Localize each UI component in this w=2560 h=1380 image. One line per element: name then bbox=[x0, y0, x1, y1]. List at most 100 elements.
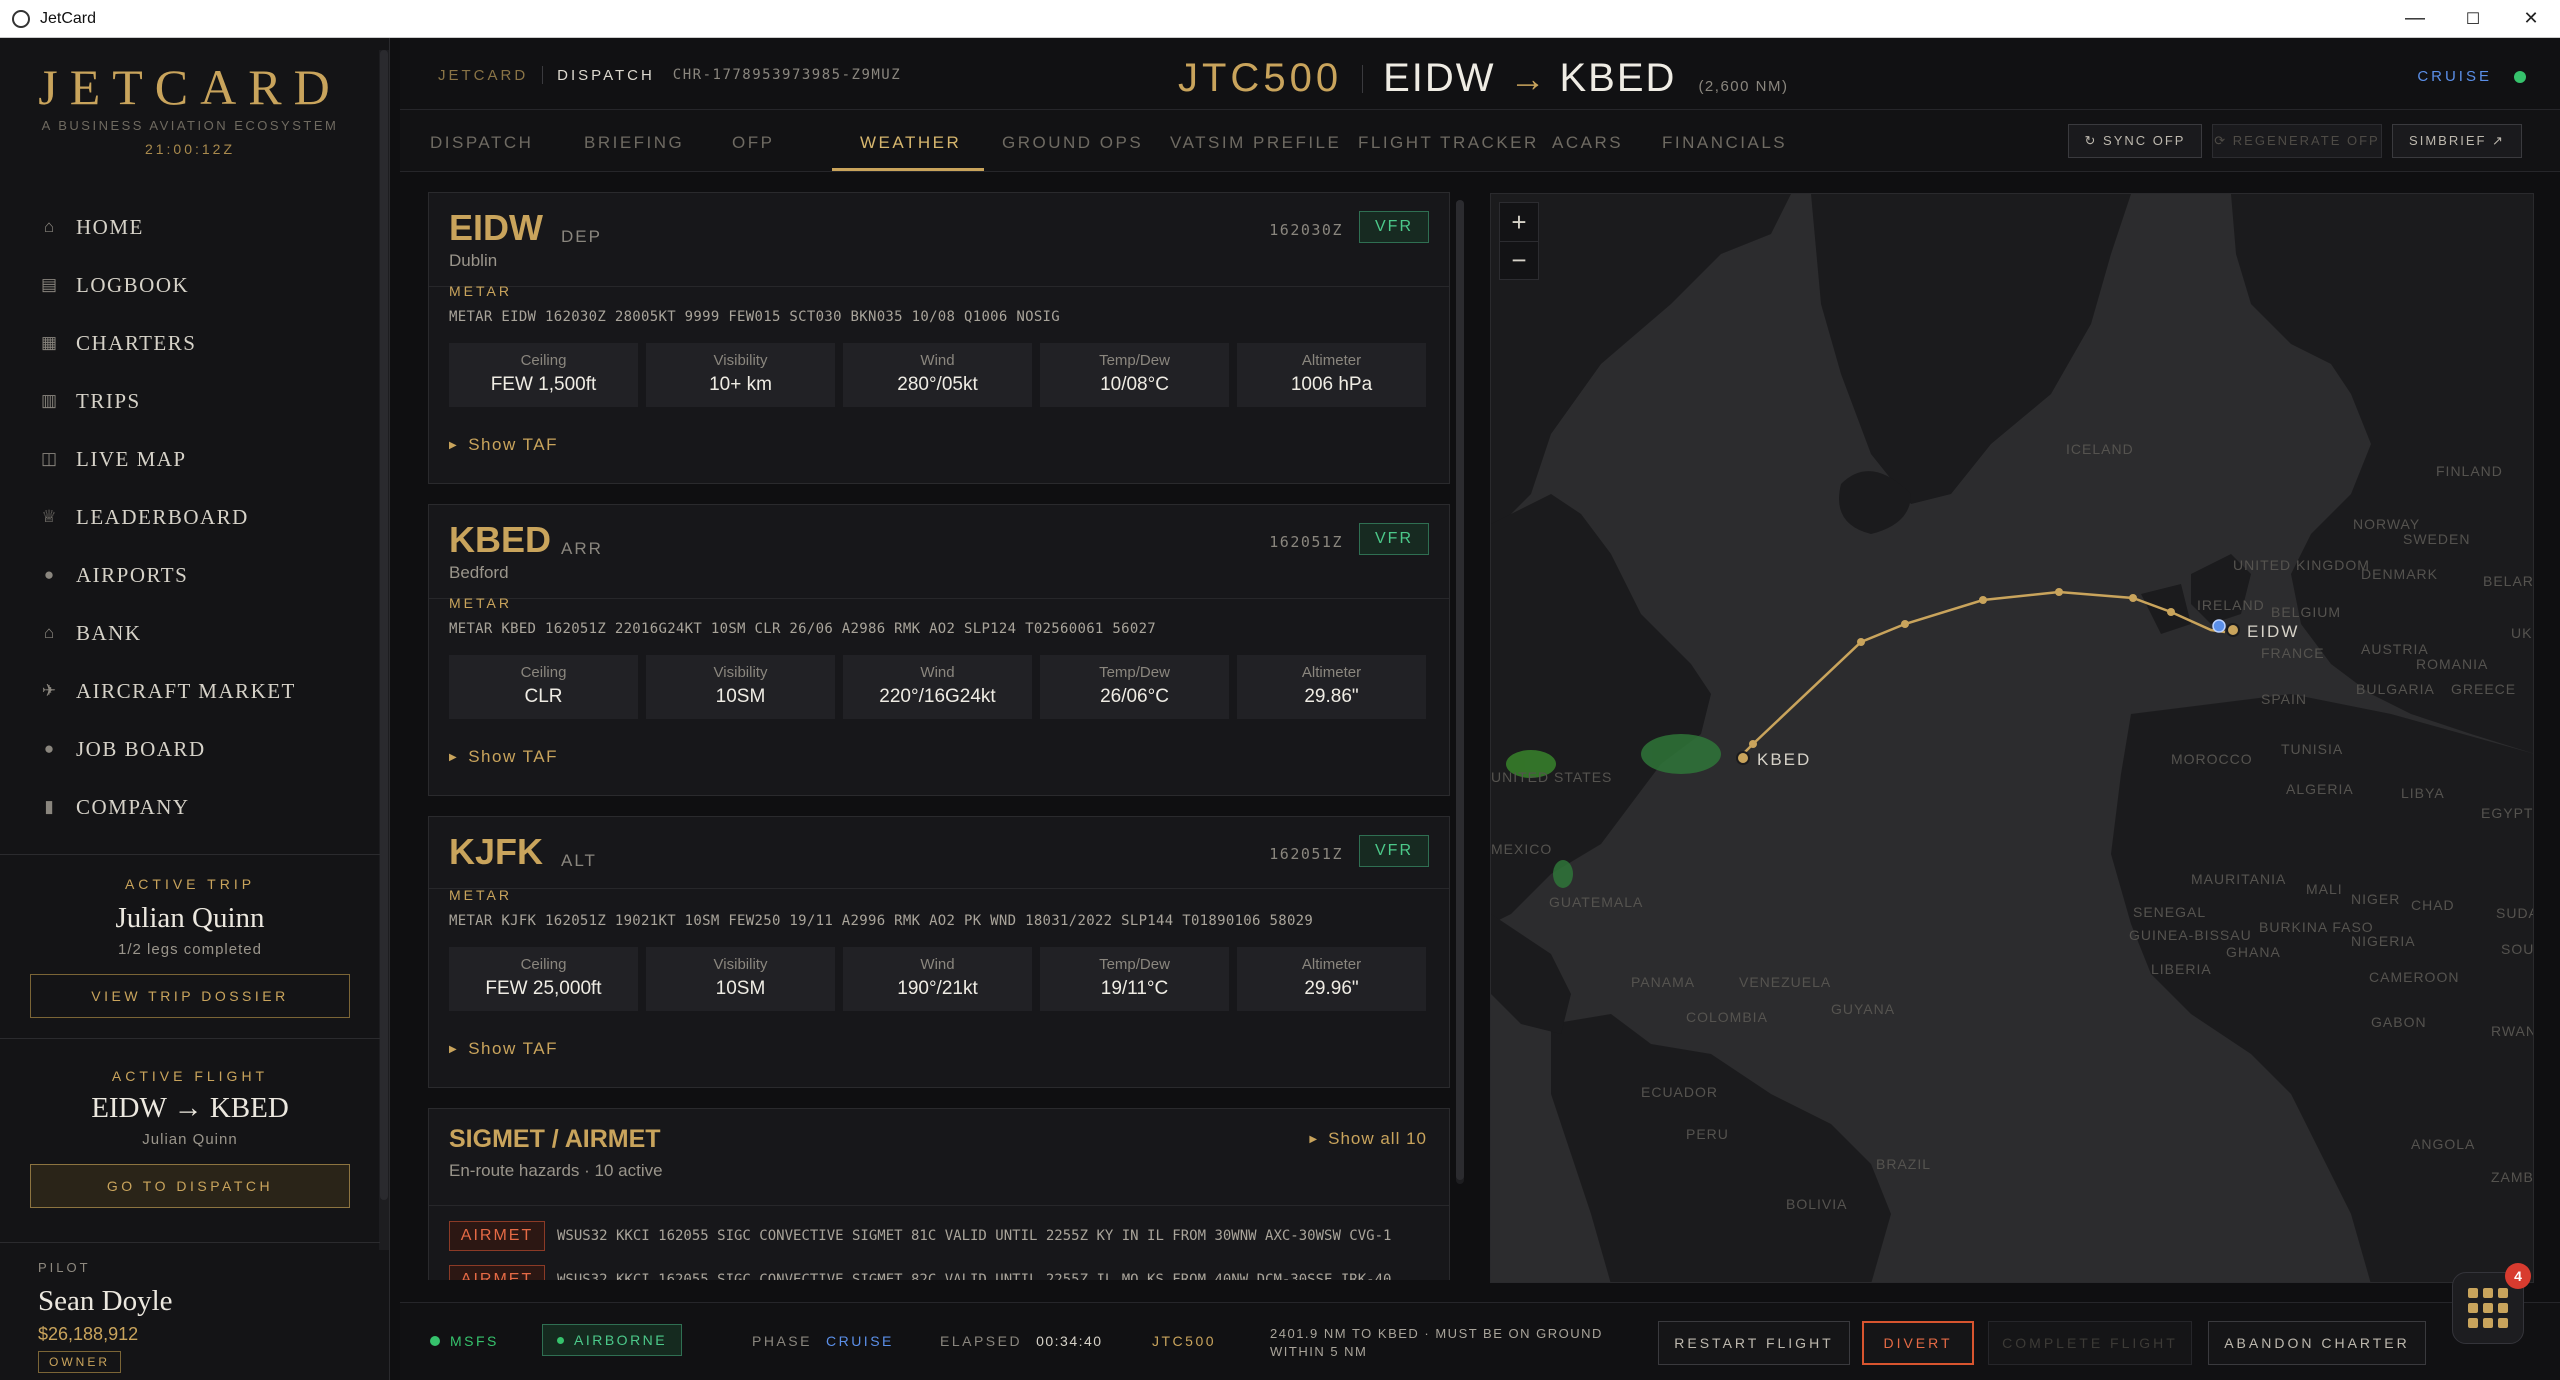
route-title: JTC500 EIDW → KBED (2,600 NM) bbox=[1178, 56, 1788, 101]
place-label: NIGER bbox=[2351, 891, 2400, 907]
place-label: SWEDEN bbox=[2403, 531, 2470, 547]
sidebar-item-charters[interactable]: ▦ Charters bbox=[0, 314, 380, 372]
app-launcher-button[interactable]: 4 bbox=[2452, 1263, 2531, 1344]
sim-indicator: MSFS bbox=[430, 1333, 499, 1349]
simbrief-button[interactable]: SIMBRIEF ↗ bbox=[2392, 124, 2522, 158]
tile-label: Wind bbox=[920, 352, 955, 369]
sidebar-item-job-board[interactable]: ● Job Board bbox=[0, 720, 380, 778]
route-map[interactable]: EIDW KBED ICELAND FINLAND NORWAY SWEDEN UNIT… bbox=[1490, 193, 2534, 1283]
show-all-sigmets-toggle[interactable]: ▶ Show all 10 bbox=[1309, 1129, 1427, 1149]
view-trip-dossier-button[interactable]: VIEW TRIP DOSSIER bbox=[30, 974, 350, 1018]
sidebar-item-trips[interactable]: ▥ Trips bbox=[0, 372, 380, 430]
sidebar-item-label: Logbook bbox=[76, 272, 190, 297]
tile-label: Ceiling bbox=[520, 664, 567, 681]
tab-vatsim-prefile[interactable]: VATSIM PREFILE bbox=[1170, 110, 1341, 172]
sidebar: JETCARD A BUSINESS AVIATION ECOSYSTEM 21… bbox=[0, 38, 390, 1380]
restart-flight-button[interactable]: RESTART FLIGHT bbox=[1658, 1321, 1850, 1365]
callsign: JTC500 bbox=[1178, 56, 1343, 100]
tile-value: 280°/05kt bbox=[897, 374, 978, 395]
abandon-charter-button[interactable]: ABANDON CHARTER bbox=[2208, 1321, 2426, 1365]
regenerate-ofp-button[interactable]: ⟳ REGENERATE OFP bbox=[2212, 124, 2382, 158]
utc-clock: 21:00:12Z bbox=[144, 141, 236, 157]
sync-ofp-button[interactable]: ↻ SYNC OFP bbox=[2068, 124, 2202, 158]
sim-name: MSFS bbox=[450, 1333, 499, 1349]
zoom-in-button[interactable]: + bbox=[1500, 203, 1538, 241]
route-distance: (2,600 NM) bbox=[1698, 78, 1789, 95]
tile-altimeter: Altimeter 29.86" bbox=[1237, 655, 1426, 719]
tile-value: 10SM bbox=[715, 978, 766, 999]
place-label: SOUTH SUDAN bbox=[2501, 941, 2534, 957]
aircraft-position-icon[interactable] bbox=[2212, 619, 2226, 633]
destination-marker-icon[interactable] bbox=[1736, 751, 1750, 765]
tab-dispatch[interactable]: DISPATCH bbox=[430, 110, 533, 172]
tab-ofp[interactable]: OFP bbox=[732, 110, 774, 172]
sidebar-scrollbar[interactable] bbox=[379, 50, 389, 1250]
sidebar-item-label: Company bbox=[76, 794, 190, 819]
expand-triangle-icon: ▶ bbox=[449, 440, 459, 451]
tile-temp-dew: Temp/Dew 26/06°C bbox=[1040, 655, 1229, 719]
bank-icon: ⌂ bbox=[43, 623, 55, 642]
show-taf-toggle[interactable]: ▶ Show TAF bbox=[449, 747, 558, 767]
hazard-text: WSUS32 KKCI 162055 SIGC CONVECTIVE SIGME… bbox=[557, 1228, 1392, 1244]
maximize-button[interactable]: ☐ bbox=[2444, 0, 2502, 37]
sidebar-item-aircraft-market[interactable]: ✈ Aircraft Market bbox=[0, 662, 380, 720]
sigmet-row[interactable]: AIRMET WSUS32 KKCI 162055 SIGC CONVECTIV… bbox=[449, 1265, 1391, 1280]
expand-triangle-icon: ▶ bbox=[449, 752, 459, 763]
go-to-dispatch-button[interactable]: GO TO DISPATCH bbox=[30, 1164, 350, 1208]
show-taf-toggle[interactable]: ▶ Show TAF bbox=[449, 435, 558, 455]
tab-briefing[interactable]: BRIEFING bbox=[584, 110, 684, 172]
plane-icon: ✈ bbox=[41, 681, 57, 700]
active-flight-route: EIDW → KBED bbox=[91, 1092, 289, 1124]
weather-summary-tiles: Ceiling FEW 25,000ft Visibility 10SM Win… bbox=[449, 947, 1426, 1011]
sidebar-item-label: Airports bbox=[76, 562, 189, 587]
sidebar-item-logbook[interactable]: ▤ Logbook bbox=[0, 256, 380, 314]
sidebar-item-airports[interactable]: ● Airports bbox=[0, 546, 380, 604]
observation-time: 162030Z bbox=[1269, 221, 1343, 239]
flight-phase: CRUISE bbox=[2417, 68, 2492, 85]
show-taf-toggle[interactable]: ▶ Show TAF bbox=[449, 1039, 558, 1059]
expand-triangle-icon: ▶ bbox=[449, 1044, 459, 1055]
pilot-eyebrow: PILOT bbox=[38, 1260, 91, 1275]
luggage-icon: ▥ bbox=[40, 391, 58, 410]
place-label: ANGOLA bbox=[2411, 1136, 2475, 1152]
phase-value: CRUISE bbox=[825, 1333, 894, 1349]
active-flight-panel: ACTIVE FLIGHT EIDW → KBED Julian Quinn G… bbox=[0, 1068, 380, 1208]
sidebar-item-label: Bank bbox=[76, 620, 142, 645]
brand-name[interactable]: JETCARD bbox=[0, 58, 380, 116]
place-label: GUATEMALA bbox=[1549, 894, 1643, 910]
weather-scrollbar[interactable] bbox=[1456, 200, 1464, 1184]
place-label: AUSTRIA bbox=[2361, 641, 2429, 657]
zoom-out-button[interactable]: − bbox=[1500, 241, 1538, 279]
sidebar-item-company[interactable]: ▮ Company bbox=[0, 778, 380, 836]
place-label: EGYPT bbox=[2481, 805, 2533, 821]
brand-tagline: A BUSINESS AVIATION ECOSYSTEM bbox=[41, 118, 339, 133]
place-label: NIGERIA bbox=[2351, 933, 2416, 949]
tab-acars[interactable]: ACARS bbox=[1552, 110, 1623, 172]
tab-financials[interactable]: FINANCIALS bbox=[1662, 110, 1787, 172]
sidebar-item-home[interactable]: ⌂ Home bbox=[0, 198, 380, 256]
sidebar-item-label: Leaderboard bbox=[76, 504, 249, 529]
sigmet-row[interactable]: AIRMET WSUS32 KKCI 162055 SIGC CONVECTIV… bbox=[449, 1221, 1391, 1251]
status-dot-icon bbox=[2514, 70, 2526, 83]
phase-readout: PHASE CRUISE bbox=[752, 1333, 894, 1349]
tab-ground-ops[interactable]: GROUND OPS bbox=[1002, 110, 1143, 172]
divert-button[interactable]: DIVERT bbox=[1862, 1321, 1974, 1365]
close-window-button[interactable]: ✕ bbox=[2502, 0, 2560, 37]
breadcrumb-app[interactable]: JETCARD bbox=[438, 67, 528, 84]
tab-weather[interactable]: WEATHER bbox=[860, 110, 961, 172]
place-label: ROMANIA bbox=[2416, 656, 2488, 672]
tab-flight-tracker[interactable]: FLIGHT TRACKER bbox=[1358, 110, 1539, 172]
origin-marker-icon[interactable] bbox=[2226, 623, 2240, 637]
sidebar-item-bank[interactable]: ⌂ Bank bbox=[0, 604, 380, 662]
sidebar-item-live-map[interactable]: ◫ Live Map bbox=[0, 430, 380, 488]
place-label: LIBYA bbox=[2401, 785, 2445, 801]
home-icon: ⌂ bbox=[43, 217, 55, 236]
pilot-name[interactable]: Sean Doyle bbox=[38, 1285, 173, 1318]
place-label: SENEGAL bbox=[2133, 904, 2206, 920]
sidebar-item-leaderboard[interactable]: ♕ Leaderboard bbox=[0, 488, 380, 546]
map-canvas[interactable]: EIDW KBED ICELAND FINLAND NORWAYSWEDEN UNIT… bbox=[1491, 194, 2534, 1283]
minimize-button[interactable]: — bbox=[2386, 0, 2444, 37]
flight-category-badge: VFR bbox=[1359, 523, 1429, 555]
weather-panel: EIDW DEP Dublin 162030Z VFR METAR METAR … bbox=[428, 192, 1450, 1280]
complete-flight-button[interactable]: COMPLETE FLIGHT bbox=[1988, 1321, 2192, 1365]
